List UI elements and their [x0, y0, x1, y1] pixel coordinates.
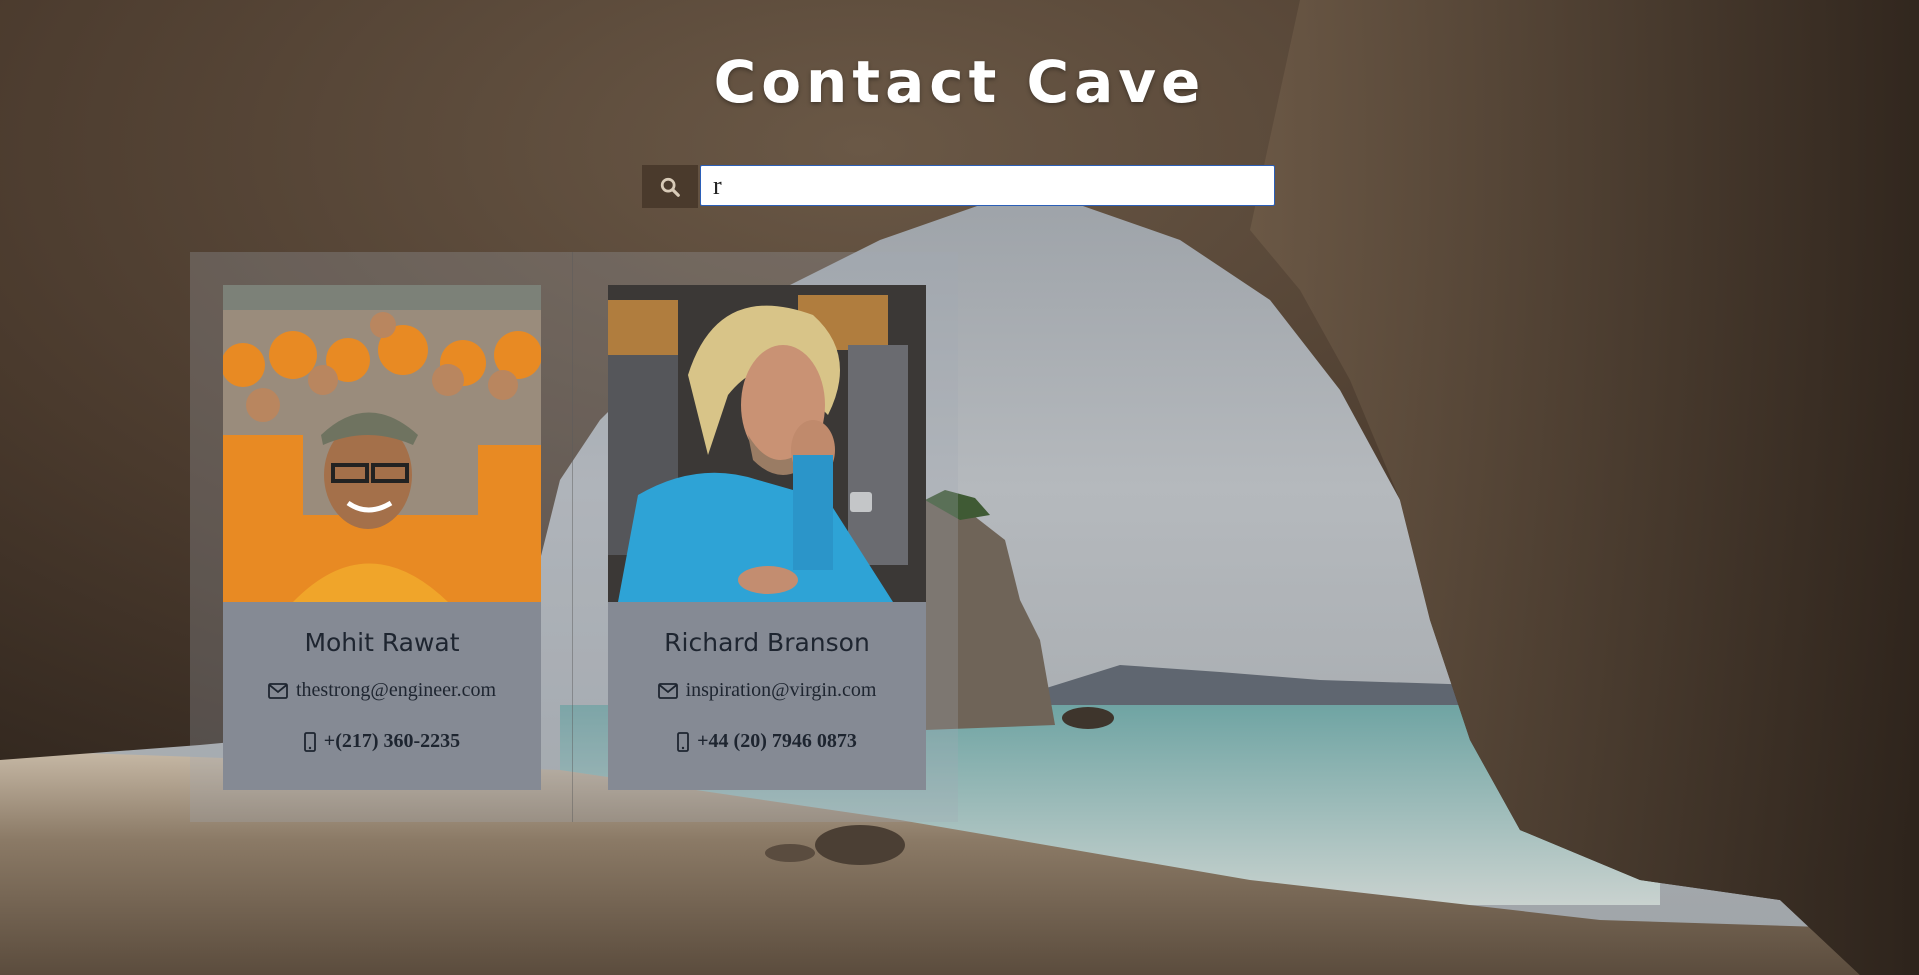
search-button[interactable] — [642, 165, 698, 208]
contact-phone-row[interactable]: +44 (20) 7946 0873 — [608, 730, 926, 753]
contact-email: thestrong@engineer.com — [295, 679, 497, 701]
contact-photo — [608, 285, 926, 602]
contact-card[interactable]: Mohit Rawat thestrong@engineer.com +(217… — [223, 285, 541, 790]
mobile-phone-icon — [677, 731, 690, 752]
search-input[interactable] — [700, 165, 1275, 206]
contact-phone: +(217) 360-2235 — [323, 730, 461, 752]
panel-divider — [572, 252, 573, 822]
contact-photo — [223, 285, 541, 602]
contact-card[interactable]: Richard Branson inspiration@virgin.com +… — [608, 285, 926, 790]
contact-email-row[interactable]: thestrong@engineer.com — [223, 679, 541, 702]
contact-email-row[interactable]: inspiration@virgin.com — [608, 679, 926, 702]
contact-name: Mohit Rawat — [304, 628, 460, 657]
contact-email: inspiration@virgin.com — [685, 679, 877, 701]
page-title: Contact Cave — [713, 48, 1206, 116]
contact-phone: +44 (20) 7946 0873 — [697, 730, 857, 752]
search-bar — [642, 165, 1275, 208]
contact-phone-row[interactable]: +(217) 360-2235 — [223, 730, 541, 753]
contact-name: Richard Branson — [664, 628, 870, 657]
envelope-icon — [268, 682, 288, 699]
mobile-phone-icon — [303, 731, 316, 752]
envelope-icon — [657, 682, 678, 699]
search-icon — [660, 177, 680, 197]
